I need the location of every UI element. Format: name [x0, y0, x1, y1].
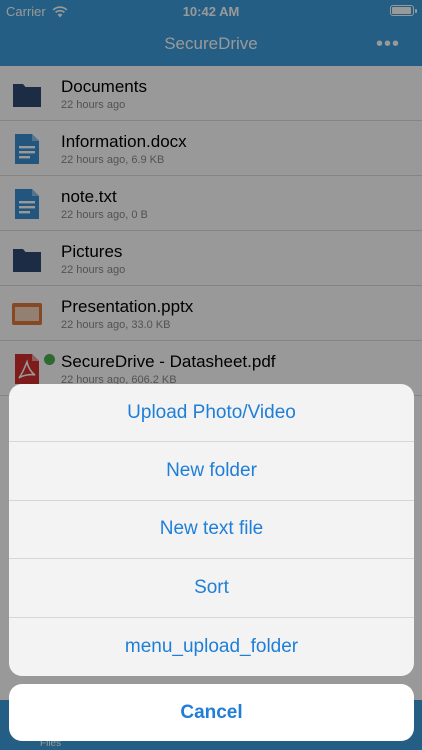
- action-sheet: Upload Photo/Video New folder New text f…: [9, 384, 414, 676]
- sort-button[interactable]: Sort: [9, 559, 414, 618]
- cancel-button[interactable]: Cancel: [9, 684, 414, 741]
- new-text-file-button[interactable]: New text file: [9, 501, 414, 560]
- upload-folder-button[interactable]: menu_upload_folder: [9, 618, 414, 676]
- upload-photo-video-button[interactable]: Upload Photo/Video: [9, 384, 414, 443]
- new-folder-button[interactable]: New folder: [9, 442, 414, 501]
